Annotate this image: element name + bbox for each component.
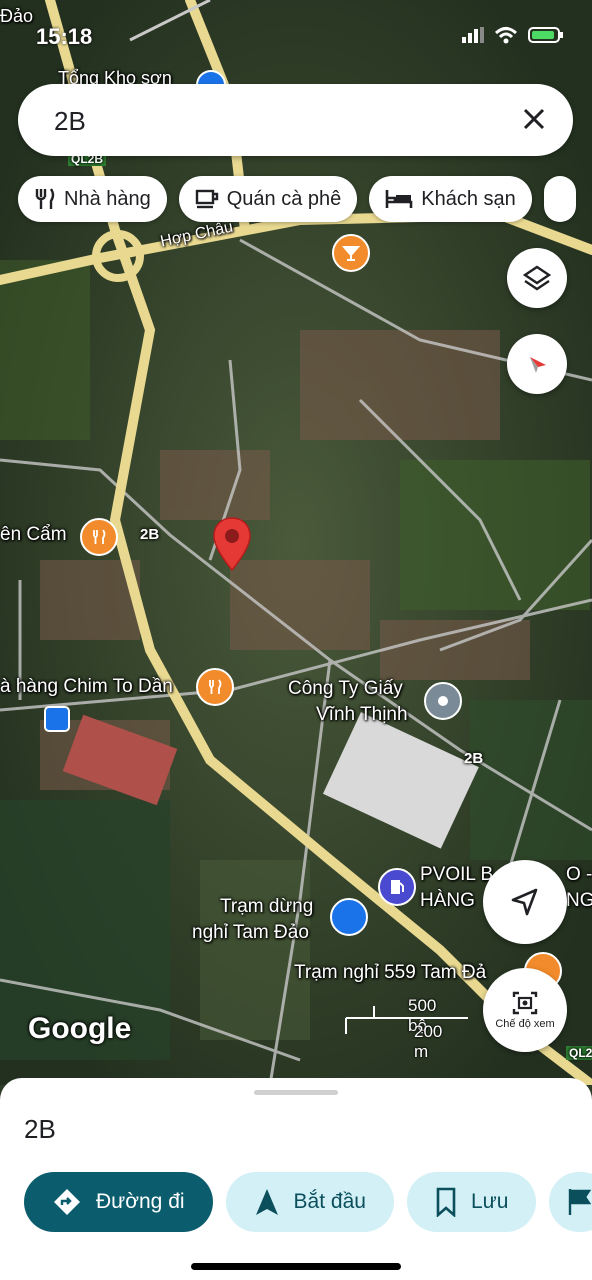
map-label-dao: Đảo	[0, 6, 34, 26]
directions-button[interactable]: Đường đi	[24, 1172, 213, 1232]
chip-label: Khách sạn	[421, 187, 516, 210]
fork-knife-icon	[35, 188, 55, 209]
directions-icon	[54, 1189, 80, 1215]
map-label-pvoil-2: HÀNG	[420, 890, 475, 911]
map-label-vien-cam: ên Cẩm	[0, 524, 67, 545]
chip-restaurants[interactable]: Nhà hàng	[18, 176, 167, 222]
status-time: 15:18	[36, 24, 93, 49]
bus-stop-icon[interactable]	[44, 706, 70, 732]
chip-label: Nhà hàng	[64, 187, 151, 210]
gas-station-poi-icon[interactable]	[378, 868, 416, 906]
coffee-cup-icon	[195, 189, 218, 209]
map-label-cong-ty-2: Vĩnh Thịnh	[316, 704, 408, 725]
close-icon[interactable]	[519, 104, 549, 134]
restaurant-poi-icon[interactable]	[80, 518, 118, 556]
save-button[interactable]: Lưu	[406, 1172, 537, 1232]
compass-icon	[530, 357, 546, 373]
road-label-2b-right: 2B	[464, 750, 484, 767]
layers-button[interactable]	[507, 248, 567, 308]
road-label-2b-left: 2B	[140, 526, 160, 543]
map-label-pvoil-1: PVOIL B	[420, 864, 494, 885]
search-bar[interactable]: 2B	[18, 84, 573, 156]
category-chips: Nhà hàng Quán cà phê Khách sạn	[18, 176, 576, 222]
map-label-pvoil-2b: NG	[566, 890, 592, 911]
rest-stop-poi-icon[interactable]	[330, 898, 368, 936]
chip-hotels[interactable]: Khách sạn	[369, 176, 532, 222]
save-label: Lưu	[470, 1190, 509, 1213]
search-query: 2B	[54, 106, 86, 136]
location-pin-icon[interactable]	[212, 516, 252, 577]
map-view[interactable]: 15:18 Đảo Tổng Kho sơn QL2B Hợp Châu 2B …	[0, 0, 592, 1085]
flag-icon	[569, 1189, 592, 1215]
wifi-icon	[494, 27, 518, 44]
start-button[interactable]: Bắt đầu	[225, 1172, 394, 1232]
layers-icon	[522, 265, 552, 291]
share-button[interactable]	[549, 1172, 592, 1232]
chip-more[interactable]	[543, 176, 576, 222]
map-label-tram-nghi: Trạm nghỉ 559 Tam Đả	[294, 962, 487, 983]
map-label-tram-dung-1: Trạm dừng	[220, 896, 314, 917]
map-label-cong-ty-1: Công Ty Giấy	[288, 678, 403, 699]
compass-button[interactable]	[507, 334, 567, 394]
directions-label: Đường đi	[96, 1190, 185, 1213]
chip-label: Quán cà phê	[226, 187, 342, 210]
navigation-arrow-icon	[511, 888, 538, 916]
my-location-button[interactable]	[483, 860, 567, 944]
action-buttons: Đường đi Bắt đầu Lưu	[24, 1172, 592, 1232]
status-icons	[462, 26, 564, 44]
view-mode-button[interactable]: Chế độ xem	[483, 968, 567, 1052]
bed-icon	[385, 190, 413, 208]
map-label-nha-hang-chim: à hàng Chim To Dần	[0, 676, 173, 697]
view-mode-label: Chế độ xem	[495, 1018, 555, 1030]
place-title: 2B	[24, 1114, 56, 1144]
bookmark-icon	[436, 1187, 456, 1217]
map-label-pvoil-1b: O -	[566, 864, 592, 885]
sheet-drag-handle[interactable]	[254, 1090, 338, 1095]
navigation-arrow-icon	[255, 1189, 278, 1215]
battery-icon	[528, 27, 563, 43]
signal-icon	[462, 27, 484, 43]
road-shield-ql2: QL2	[566, 1046, 592, 1060]
google-logo: Google	[28, 1012, 132, 1045]
home-indicator	[191, 1263, 401, 1270]
chip-coffee[interactable]: Quán cà phê	[178, 176, 358, 222]
camera-icon	[512, 991, 538, 1015]
map-label-tram-dung-2: nghỉ Tam Đảo	[192, 922, 309, 943]
bottom-sheet[interactable]: 2B Đường đi Bắt đầu Lưu	[0, 1078, 592, 1280]
bar-poi-icon[interactable]	[332, 234, 370, 272]
restaurant-poi-icon[interactable]	[196, 668, 234, 706]
start-label: Bắt đầu	[293, 1190, 366, 1213]
place-poi-icon[interactable]	[424, 682, 462, 720]
